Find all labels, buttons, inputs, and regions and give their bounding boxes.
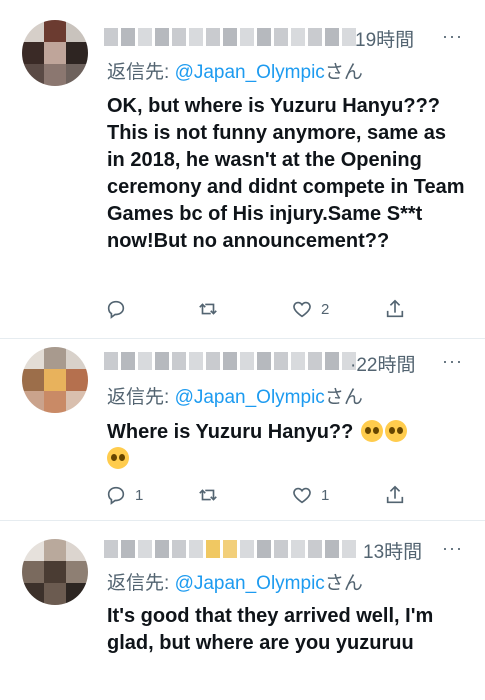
tweet-1[interactable]: 19時間 ··· 返信先: @Japan_Olympicさん OK, but w… [0, 0, 485, 338]
reply-handle-link[interactable]: @Japan_Olympic [175, 62, 325, 83]
reply-handle-link[interactable]: @Japan_Olympic [175, 387, 325, 408]
reply-count: 1 [135, 486, 144, 504]
share-icon [386, 299, 404, 318]
reply-suffix: さん [324, 573, 363, 594]
tweet-text: Where is Yuzuru Hanyu?? [107, 421, 354, 443]
reply-handle-link[interactable]: @Japan_Olympic [175, 573, 325, 594]
like-button[interactable]: 2 [291, 298, 329, 320]
tweet-text-block: Where is Yuzuru Hanyu?? [107, 419, 467, 473]
pleading-face-emoji [107, 447, 129, 469]
reply-suffix: さん [324, 62, 363, 83]
retweet-button[interactable] [197, 484, 227, 506]
like-icon [293, 487, 311, 504]
retweet-icon [199, 303, 217, 315]
reply-button[interactable] [105, 298, 135, 320]
tweet-2[interactable]: ·22時間 ··· 返信先: @Japan_Olympicさん Where is… [0, 339, 485, 520]
reply-prefix: 返信先: [107, 387, 175, 408]
retweet-button[interactable] [197, 298, 227, 320]
reply-button[interactable]: 1 [105, 484, 143, 506]
tweet-text: It's good that they arrived well, I'm gl… [107, 605, 434, 654]
avatar[interactable] [22, 347, 88, 413]
like-count: 1 [321, 486, 330, 504]
action-bar: 1 1 [105, 484, 405, 508]
display-name-blurred[interactable] [104, 26, 356, 48]
reply-icon [107, 486, 125, 505]
more-icon[interactable]: ··· [442, 538, 463, 559]
reply-to: 返信先: @Japan_Olympicさん [107, 382, 363, 409]
timestamp[interactable]: ·22時間 [350, 350, 415, 377]
share-button[interactable] [384, 298, 406, 320]
action-bar: 2 [105, 298, 405, 322]
like-button[interactable]: 1 [291, 484, 329, 506]
timestamp[interactable]: 13時間 [363, 537, 422, 564]
display-name-blurred[interactable] [104, 538, 356, 560]
share-button[interactable] [384, 484, 406, 506]
like-icon [293, 301, 311, 318]
tweet-text: OK, but where is Yuzuru Hanyu???This is … [107, 95, 465, 252]
more-icon[interactable]: ··· [442, 26, 463, 47]
tweet-3[interactable]: 13時間 ··· 返信先: @Japan_Olympicさん It's good… [0, 521, 485, 700]
reply-to: 返信先: @Japan_Olympicさん [107, 568, 363, 595]
reply-prefix: 返信先: [107, 573, 175, 594]
reply-icon [107, 300, 125, 319]
like-count: 2 [321, 300, 330, 318]
retweet-icon [199, 489, 217, 501]
avatar[interactable] [22, 20, 88, 86]
pleading-face-emoji [384, 420, 407, 442]
more-icon[interactable]: ··· [442, 351, 463, 372]
reply-suffix: さん [324, 387, 363, 408]
reply-to: 返信先: @Japan_Olympicさん [107, 57, 363, 84]
reply-prefix: 返信先: [107, 62, 175, 83]
pleading-face-emoji [360, 420, 383, 442]
avatar[interactable] [22, 539, 88, 605]
display-name-blurred[interactable] [104, 350, 356, 372]
timestamp[interactable]: 19時間 [355, 25, 414, 52]
share-icon [386, 485, 404, 504]
